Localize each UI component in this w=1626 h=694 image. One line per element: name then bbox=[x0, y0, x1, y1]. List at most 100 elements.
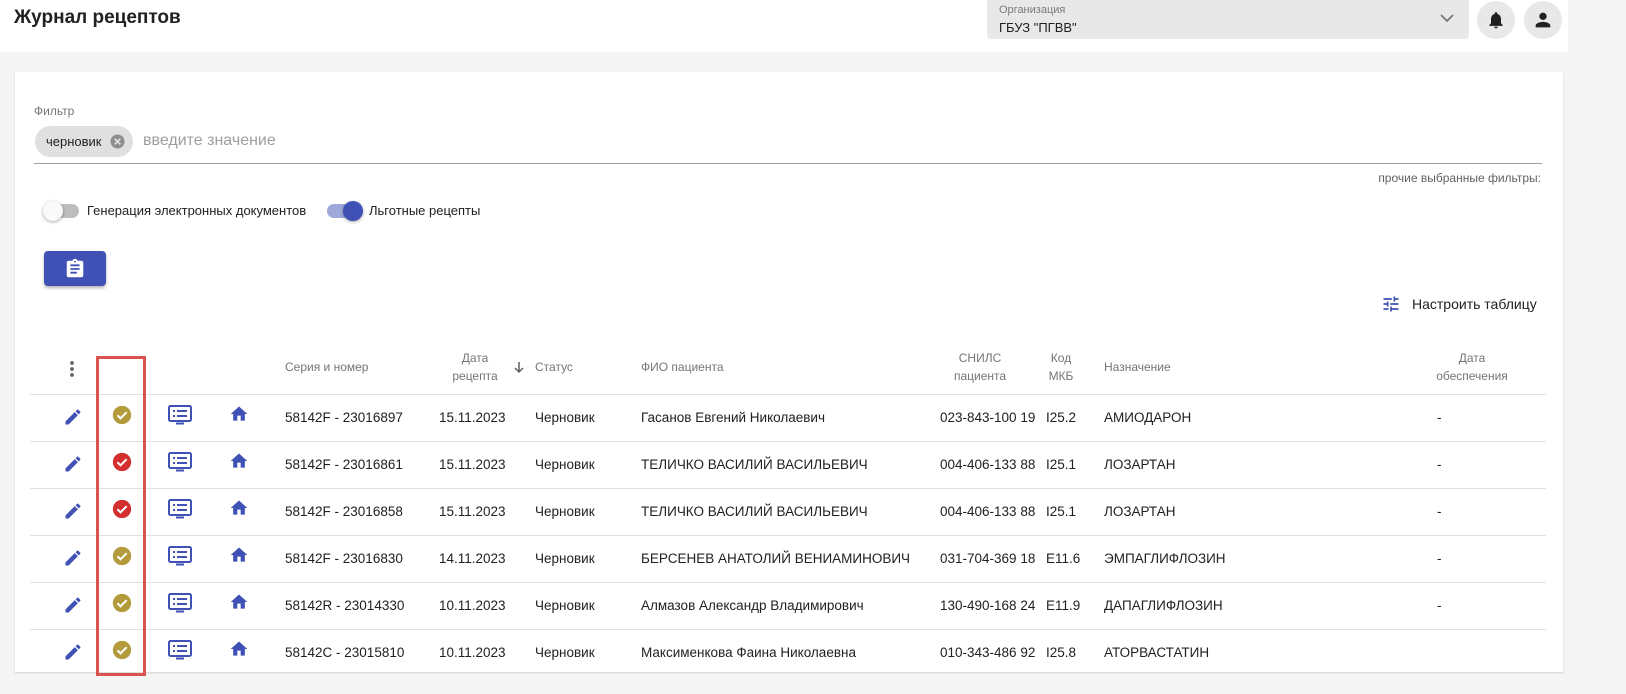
cell-date: 15.11.2023 bbox=[439, 457, 506, 472]
cell-supply-date: - bbox=[1437, 551, 1442, 566]
column-date-line2: рецепта bbox=[452, 369, 498, 383]
main-card: Фильтр черновик введите значение прочие … bbox=[15, 72, 1563, 672]
cell-drug: ЛОЗАРТАН bbox=[1104, 457, 1176, 472]
column-supply-line1: Дата bbox=[1458, 351, 1486, 365]
cell-drug: ЛОЗАРТАН bbox=[1104, 504, 1176, 519]
column-status[interactable]: Статус bbox=[535, 358, 573, 376]
edit-icon[interactable] bbox=[63, 642, 83, 667]
column-supply-date[interactable]: Дата обеспечения bbox=[1417, 349, 1527, 385]
cell-snils: 004-406-133 88 bbox=[940, 457, 1036, 472]
home-icon[interactable] bbox=[229, 545, 249, 570]
cell-patient: Алмазов Александр Владимирович bbox=[641, 598, 864, 613]
configure-table-button[interactable]: Настроить таблицу bbox=[1380, 294, 1537, 314]
column-icd-line1: Код bbox=[1050, 351, 1072, 365]
close-icon[interactable] bbox=[109, 134, 125, 149]
table-row[interactable]: 58142F - 23016830 14.11.2023 Черновик БЕ… bbox=[30, 535, 1546, 583]
notifications-button[interactable] bbox=[1477, 1, 1515, 39]
column-date[interactable]: Дата рецепта bbox=[435, 349, 515, 385]
list-icon[interactable] bbox=[168, 546, 192, 571]
list-icon[interactable] bbox=[168, 452, 192, 477]
profile-button[interactable] bbox=[1524, 1, 1562, 39]
column-drug[interactable]: Назначение bbox=[1104, 358, 1171, 376]
arrow-down-icon[interactable] bbox=[514, 361, 524, 374]
filter-input[interactable]: введите значение bbox=[143, 132, 276, 150]
cell-snils: 010-343-486 92 bbox=[940, 645, 1036, 660]
toggle-thumb bbox=[43, 201, 63, 221]
home-icon[interactable] bbox=[229, 498, 249, 523]
home-icon[interactable] bbox=[229, 592, 249, 617]
cell-status: Черновик bbox=[535, 504, 595, 519]
cell-status: Черновик bbox=[535, 645, 595, 660]
cell-drug: АМИОДАРОН bbox=[1104, 410, 1192, 425]
home-icon[interactable] bbox=[229, 639, 249, 664]
edit-icon[interactable] bbox=[63, 454, 83, 479]
cell-icd: I25.8 bbox=[1046, 645, 1077, 660]
cell-series: 58142F - 23016858 bbox=[285, 504, 403, 519]
edit-icon[interactable] bbox=[63, 548, 83, 573]
user-icon bbox=[1535, 12, 1551, 28]
cell-patient: ТЕЛИЧКО ВАСИЛИЙ ВАСИЛЬЕВИЧ bbox=[641, 504, 868, 519]
cell-date: 15.11.2023 bbox=[439, 410, 506, 425]
list-icon[interactable] bbox=[168, 593, 192, 618]
toggle-preferential[interactable] bbox=[327, 201, 363, 221]
table-row[interactable]: 58142F - 23016861 15.11.2023 Черновик ТЕ… bbox=[30, 441, 1546, 489]
filter-chip-label: черновик bbox=[46, 134, 102, 149]
toggle-edocs-label: Генерация электронных документов bbox=[87, 203, 307, 218]
column-supply-line2: обеспечения bbox=[1436, 369, 1508, 383]
organization-value: ГБУЗ "ПГВВ" bbox=[999, 20, 1077, 35]
toggle-edocs[interactable] bbox=[43, 201, 79, 221]
home-icon[interactable] bbox=[229, 451, 249, 476]
cell-supply-date: - bbox=[1437, 598, 1442, 613]
filter-underline bbox=[34, 163, 1542, 164]
cell-date: 10.11.2023 bbox=[439, 645, 506, 660]
cell-series: 58142R - 23014330 bbox=[285, 598, 405, 613]
clipboard-button[interactable] bbox=[44, 251, 106, 286]
list-icon[interactable] bbox=[168, 405, 192, 430]
cell-snils: 004-406-133 88 bbox=[940, 504, 1036, 519]
cell-icd: I25.2 bbox=[1046, 410, 1077, 425]
organization-label: Организация bbox=[999, 4, 1066, 16]
edit-icon[interactable] bbox=[63, 407, 83, 432]
top-bar: Журнал рецептов Организация ГБУЗ "ПГВВ" bbox=[0, 0, 1568, 52]
cell-date: 10.11.2023 bbox=[439, 598, 506, 613]
more-vertical-icon[interactable] bbox=[66, 359, 78, 379]
cell-status: Черновик bbox=[535, 551, 595, 566]
toggle-thumb bbox=[343, 201, 363, 221]
cell-series: 58142F - 23016861 bbox=[285, 457, 403, 472]
list-icon[interactable] bbox=[168, 499, 192, 524]
column-date-line1: Дата bbox=[461, 351, 489, 365]
cell-status: Черновик bbox=[535, 410, 595, 425]
home-icon[interactable] bbox=[229, 404, 249, 429]
page-title: Журнал рецептов bbox=[14, 7, 181, 28]
table-row[interactable]: 58142F - 23016858 15.11.2023 Черновик ТЕ… bbox=[30, 488, 1546, 536]
cell-status: Черновик bbox=[535, 598, 595, 613]
cell-icd: I25.1 bbox=[1046, 504, 1077, 519]
other-filters-label: прочие выбранные фильтры: bbox=[1378, 171, 1541, 185]
cell-date: 14.11.2023 bbox=[439, 551, 506, 566]
cell-icd: E11.6 bbox=[1046, 551, 1081, 566]
organization-select[interactable]: Организация ГБУЗ "ПГВВ" bbox=[987, 0, 1469, 39]
list-icon[interactable] bbox=[168, 640, 192, 665]
filter-chip[interactable]: черновик bbox=[35, 126, 133, 157]
column-snils[interactable]: СНИЛС пациента bbox=[940, 349, 1020, 385]
table-row[interactable]: 58142R - 23014330 10.11.2023 Черновик Ал… bbox=[30, 582, 1546, 630]
edit-icon[interactable] bbox=[63, 595, 83, 620]
edit-icon[interactable] bbox=[63, 501, 83, 526]
column-series[interactable]: Серия и номер bbox=[285, 358, 368, 376]
cell-icd: I25.1 bbox=[1046, 457, 1077, 472]
bell-icon bbox=[1489, 12, 1503, 29]
cell-date: 15.11.2023 bbox=[439, 504, 506, 519]
table-row[interactable]: 58142F - 23016897 15.11.2023 Черновик Га… bbox=[30, 394, 1546, 442]
column-icd[interactable]: Код МКБ bbox=[1041, 349, 1081, 385]
cell-supply-date: - bbox=[1437, 504, 1442, 519]
column-patient[interactable]: ФИО пациента bbox=[641, 358, 724, 376]
chevron-down-icon bbox=[1440, 14, 1454, 23]
cell-status: Черновик bbox=[535, 457, 595, 472]
filter-label: Фильтр bbox=[34, 104, 75, 118]
table-row[interactable]: 58142C - 23015810 10.11.2023 Черновик Ма… bbox=[30, 629, 1546, 677]
cell-patient: БЕРСЕНЕВ АНАТОЛИЙ ВЕНИАМИНОВИЧ bbox=[641, 551, 911, 566]
column-snils-line2: пациента bbox=[953, 369, 1007, 383]
cell-series: 58142F - 23016897 bbox=[285, 410, 403, 425]
cell-drug: ЭМПАГЛИФЛОЗИН bbox=[1104, 551, 1226, 566]
configure-table-label: Настроить таблицу bbox=[1412, 296, 1537, 312]
